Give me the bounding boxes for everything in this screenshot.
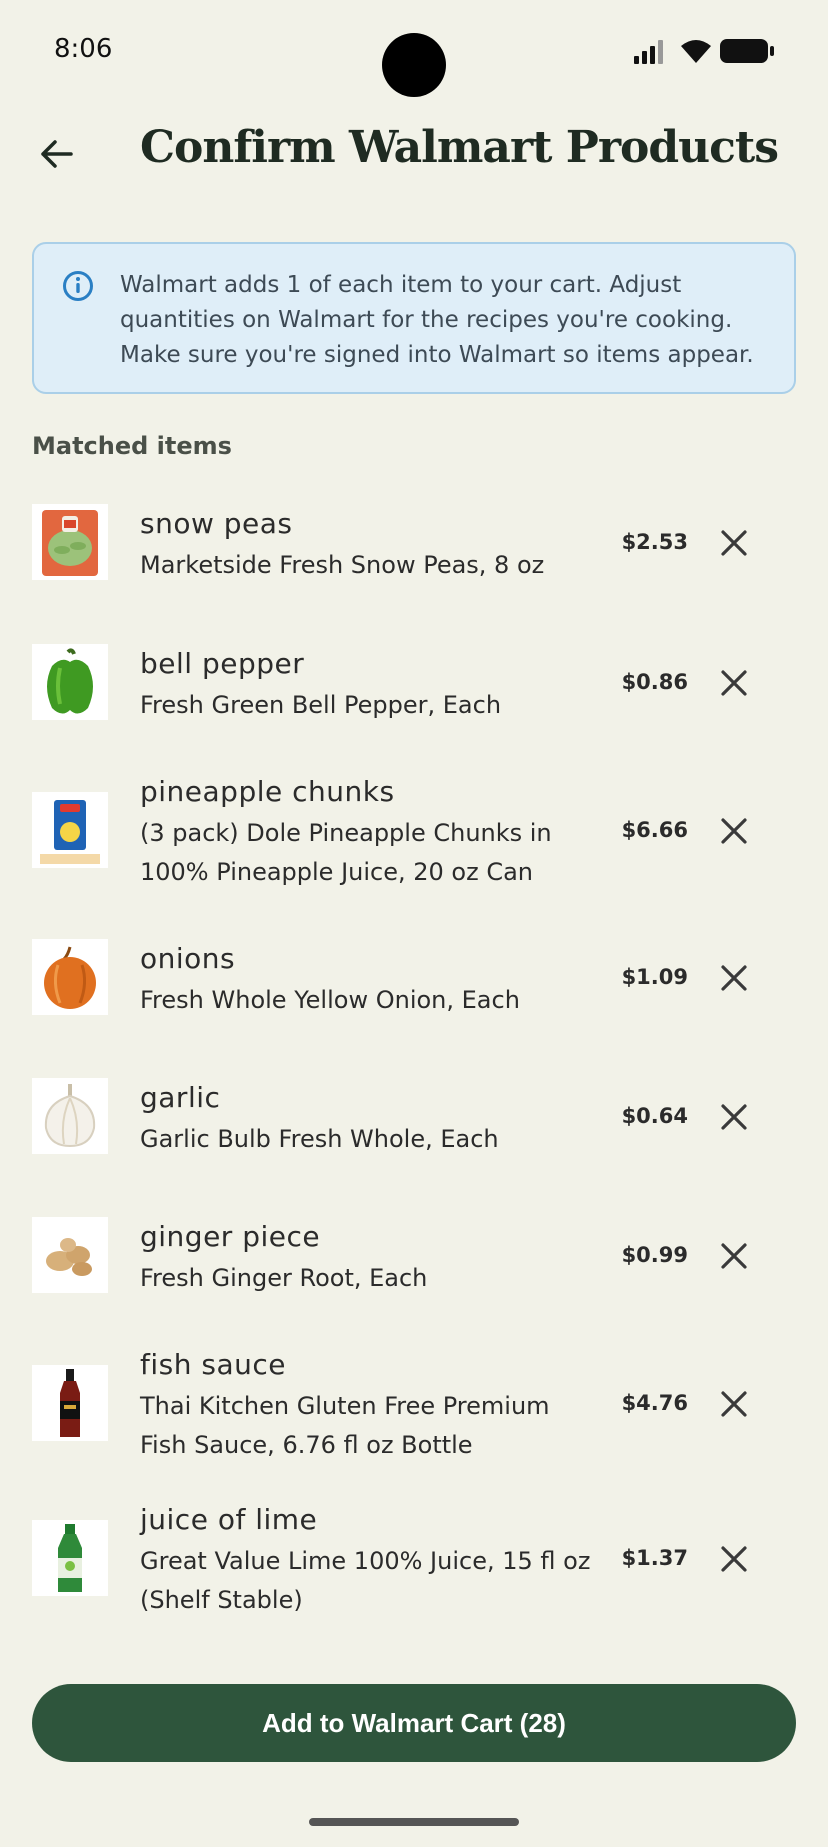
item-description: Marketside Fresh Snow Peas, 8 oz	[140, 551, 545, 579]
close-icon	[721, 1391, 747, 1417]
item-price: $6.66	[621, 818, 688, 842]
item-description: Fresh Ginger Root, Each	[140, 1264, 428, 1292]
item-description: Fresh Whole Yellow Onion, Each	[140, 986, 520, 1014]
remove-item-button[interactable]	[714, 1539, 754, 1579]
item-description: Thai Kitchen Gluten Free Premium Fish Sa…	[140, 1392, 550, 1459]
battery-icon	[720, 39, 774, 63]
item-name: fish sauce	[140, 1348, 286, 1381]
close-icon	[721, 670, 747, 696]
close-icon	[721, 1243, 747, 1269]
close-icon	[721, 530, 747, 556]
yellow-onion-image	[32, 939, 108, 1015]
ginger-root-image	[32, 1217, 108, 1293]
status-time: 8:06	[54, 34, 113, 64]
screen: 8:06 Confirm Walmart Products Walmart ad…	[0, 0, 828, 1847]
garlic-bulb-image	[32, 1078, 108, 1154]
item-description: Great Value Lime 100% Juice, 15 fl oz (S…	[140, 1547, 591, 1614]
status-bar: 8:06	[0, 0, 828, 100]
item-name: snow peas	[140, 507, 293, 540]
close-icon	[721, 1104, 747, 1130]
item-name: garlic	[140, 1081, 221, 1114]
item-price: $4.76	[621, 1391, 688, 1415]
item-price: $1.37	[621, 1546, 688, 1570]
remove-item-button[interactable]	[714, 663, 754, 703]
cellular-signal-icon	[634, 40, 663, 64]
remove-item-button[interactable]	[714, 523, 754, 563]
item-description: Garlic Bulb Fresh Whole, Each	[140, 1125, 499, 1153]
add-to-walmart-cart-button[interactable]: Add to Walmart Cart (28)	[32, 1684, 796, 1762]
close-icon	[721, 1546, 747, 1572]
info-banner: Walmart adds 1 of each item to your cart…	[32, 242, 796, 394]
item-price: $2.53	[621, 530, 688, 554]
info-icon	[63, 271, 93, 301]
front-camera-cutout	[382, 33, 446, 97]
fish-sauce-bottle-image	[32, 1365, 108, 1441]
wifi-icon	[681, 40, 711, 63]
item-description: Fresh Green Bell Pepper, Each	[140, 691, 502, 719]
arrow-left-icon	[41, 140, 73, 168]
item-price: $0.86	[621, 670, 688, 694]
section-label-matched-items: Matched items	[32, 432, 232, 460]
green-bell-pepper-image	[32, 644, 108, 720]
lime-juice-bottle-image	[32, 1520, 108, 1596]
item-name: pineapple chunks	[140, 775, 395, 808]
pineapple-can-image	[32, 792, 108, 868]
snow-peas-bag-image	[32, 504, 108, 580]
item-name: bell pepper	[140, 647, 305, 680]
remove-item-button[interactable]	[714, 1236, 754, 1276]
item-description: (3 pack) Dole Pineapple Chunks in 100% P…	[140, 819, 552, 886]
home-indicator[interactable]	[309, 1818, 519, 1826]
back-button[interactable]	[34, 132, 78, 176]
item-price: $0.99	[621, 1243, 688, 1267]
close-icon	[721, 965, 747, 991]
page-title: Confirm Walmart Products	[140, 122, 779, 173]
item-name: ginger piece	[140, 1220, 321, 1253]
item-price: $0.64	[621, 1104, 688, 1128]
close-icon	[721, 818, 747, 844]
remove-item-button[interactable]	[714, 1384, 754, 1424]
remove-item-button[interactable]	[714, 958, 754, 998]
item-name: onions	[140, 942, 236, 975]
item-price: $1.09	[621, 965, 688, 989]
remove-item-button[interactable]	[714, 811, 754, 851]
remove-item-button[interactable]	[714, 1097, 754, 1137]
info-banner-text: Walmart adds 1 of each item to your cart…	[120, 272, 754, 368]
item-name: juice of lime	[140, 1503, 318, 1536]
